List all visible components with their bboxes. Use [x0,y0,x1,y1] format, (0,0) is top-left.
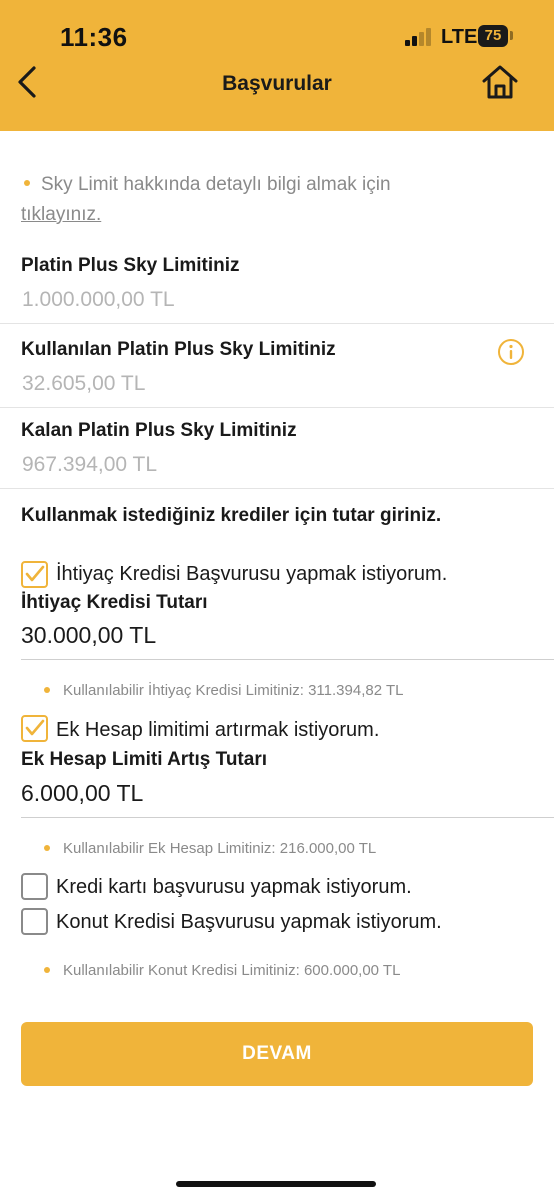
ihtiyac-amount-input[interactable]: 30.000,00 TL [21,616,554,660]
kredi-karti-checkbox[interactable] [21,873,48,900]
divider [0,488,554,489]
section-title: Kullanmak istediğiniz krediler için tuta… [21,505,442,526]
home-indicator [176,1181,376,1187]
ihtiyac-limit-hint: Kullanılabilir İhtiyaç Kredisi Limitiniz… [63,682,404,699]
cellular-signal-icon [405,28,435,46]
kredi-karti-option-label[interactable]: Kredi kartı başvurusu yapmak istiyorum. [56,876,412,899]
ek-hesap-option-label[interactable]: Ek Hesap limitimi artırmak istiyorum. [56,719,379,742]
konut-kredisi-checkbox[interactable] [21,908,48,935]
home-icon [482,65,518,99]
ek-hesap-checkbox[interactable] [21,715,48,742]
ihtiyac-amount-label: İhtiyaç Kredisi Tutarı [21,592,208,613]
app-header: 11:36 LTE 75 Başvurular [0,0,554,131]
battery-icon: 75 [478,25,508,47]
page-title: Başvurular [222,72,332,95]
network-type: LTE [441,26,478,48]
ek-hesap-limit-hint: Kullanılabilir Ek Hesap Limitiniz: 216.0… [63,840,377,857]
used-limit-value: 32.605,00 TL [22,372,146,395]
hint-bullet-icon [44,845,50,851]
sky-limit-info: Sky Limit hakkında detaylı bilgi almak i… [21,170,481,230]
hint-bullet-icon [44,687,50,693]
ihtiyac-kredisi-option-label[interactable]: İhtiyaç Kredisi Başvurusu yapmak istiyor… [56,563,447,586]
limit-label: Platin Plus Sky Limitiniz [21,255,240,276]
divider [0,323,554,324]
battery-level: 75 [484,27,502,44]
info-circle-icon[interactable] [497,338,525,366]
battery-nub [510,31,513,40]
info-link[interactable]: tıklayınız. [21,204,101,225]
limit-value: 1.000.000,00 TL [22,288,175,311]
ek-hesap-amount-input[interactable]: 6.000,00 TL [21,774,554,818]
hint-bullet-icon [44,967,50,973]
used-limit-label: Kullanılan Platin Plus Sky Limitiniz [21,339,336,360]
divider [0,407,554,408]
ihtiyac-kredisi-checkbox[interactable] [21,561,48,588]
konut-kredisi-option-label[interactable]: Konut Kredisi Başvurusu yapmak istiyorum… [56,911,442,934]
ek-hesap-amount-label: Ek Hesap Limiti Artış Tutarı [21,749,267,770]
remaining-limit-label: Kalan Platin Plus Sky Limitiniz [21,420,297,441]
home-button[interactable] [480,62,520,102]
check-icon [25,719,45,736]
status-time: 11:36 [60,22,128,52]
check-icon [25,565,45,582]
info-text: Sky Limit hakkında detaylı bilgi almak i… [41,174,391,195]
continue-button[interactable]: DEVAM [21,1022,533,1086]
remaining-limit-value: 967.394,00 TL [22,453,158,476]
konut-limit-hint: Kullanılabilir Konut Kredisi Limitiniz: … [63,962,401,979]
